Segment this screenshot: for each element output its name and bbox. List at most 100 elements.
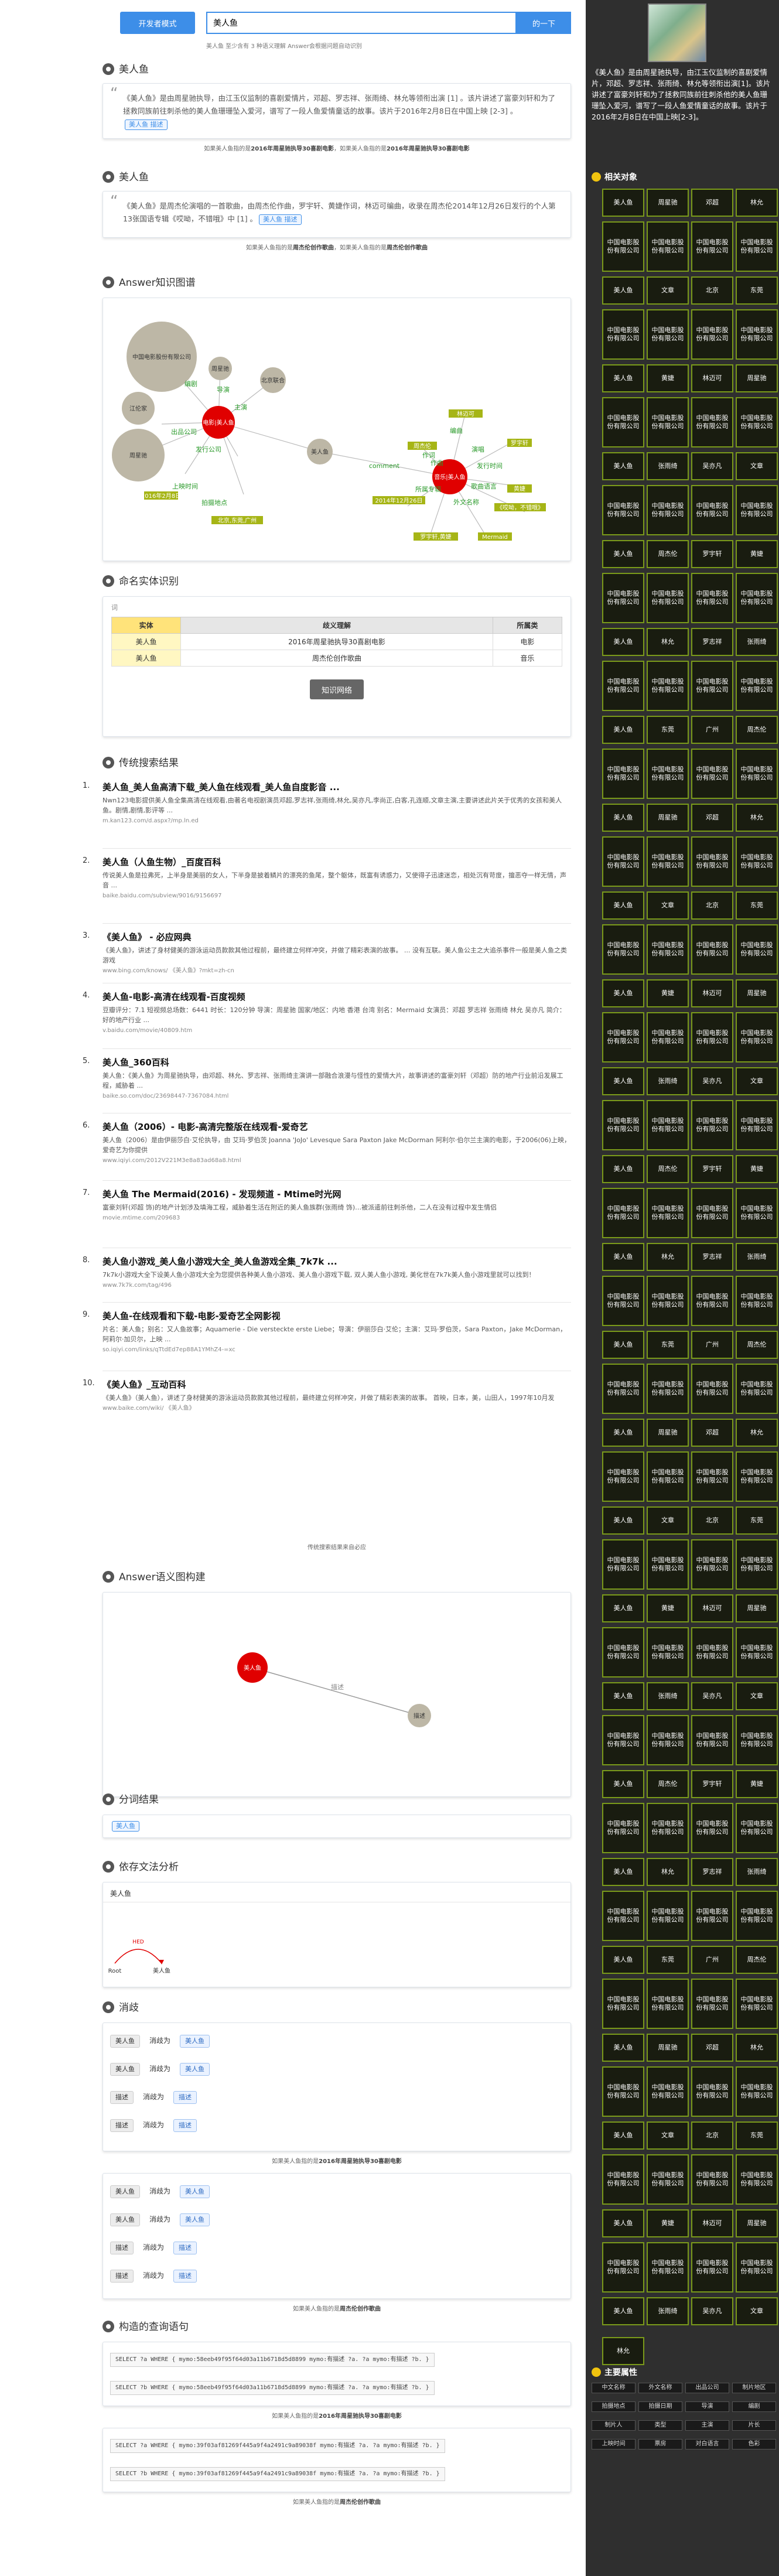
related-tile[interactable]: 中国电影股份有限公司 <box>647 1451 689 1502</box>
result-title-link[interactable]: 美人鱼-电影-高清在线观看-百度视频 <box>102 991 571 1003</box>
related-tile[interactable]: 中国电影股份有限公司 <box>647 1012 689 1062</box>
related-tile[interactable]: 美人鱼 <box>602 2034 644 2062</box>
result-title-link[interactable]: 《美人鱼》 - 必应网典 <box>102 931 571 943</box>
related-tile[interactable]: 林允 <box>736 1419 778 1447</box>
related-tile[interactable]: 中国电影股份有限公司 <box>736 1979 778 2029</box>
related-tile[interactable]: 张雨绮 <box>736 1858 778 1886</box>
related-tile[interactable]: 中国电影股份有限公司 <box>691 573 733 623</box>
related-tile[interactable]: 中国电影股份有限公司 <box>736 924 778 975</box>
related-tile[interactable]: 中国电影股份有限公司 <box>736 221 778 272</box>
related-tile[interactable]: 张雨绮 <box>736 1243 778 1271</box>
related-tile[interactable]: 中国电影股份有限公司 <box>691 749 733 799</box>
related-tile[interactable]: 中国电影股份有限公司 <box>691 485 733 535</box>
related-tile[interactable]: 北京 <box>691 276 733 305</box>
target-pill[interactable]: 描述 <box>173 2119 197 2132</box>
related-tile[interactable]: 中国电影股份有限公司 <box>691 1627 733 1678</box>
related-tile[interactable]: 广州 <box>691 1946 733 1974</box>
related-tile[interactable]: 林允 <box>647 1243 689 1271</box>
related-tile[interactable]: 北京 <box>691 891 733 920</box>
attribute-chip[interactable]: 色彩 <box>732 2439 776 2449</box>
attribute-chip[interactable]: 导演 <box>685 2401 729 2412</box>
related-tile[interactable]: 周杰伦 <box>736 716 778 744</box>
related-tile[interactable]: 东莞 <box>647 716 689 744</box>
related-tile[interactable]: 邓超 <box>691 189 733 217</box>
related-tile[interactable]: 中国电影股份有限公司 <box>647 1627 689 1678</box>
related-tile[interactable]: 张雨绮 <box>647 1067 689 1095</box>
target-pill[interactable]: 美人鱼 <box>180 2063 210 2076</box>
related-tile[interactable]: 张雨绮 <box>647 452 689 480</box>
result-title-link[interactable]: 美人鱼_美人鱼高清下载_美人鱼在线观看_美人鱼自度影音 ... <box>102 781 571 793</box>
related-tile[interactable]: 中国电影股份有限公司 <box>691 1364 733 1414</box>
related-tile[interactable]: 广州 <box>691 1331 733 1359</box>
related-tile[interactable]: 林迈可 <box>691 364 733 392</box>
related-tile[interactable]: 中国电影股份有限公司 <box>602 1979 644 2029</box>
attribute-chip[interactable]: 中文名称 <box>592 2383 636 2393</box>
related-tile[interactable]: 东莞 <box>736 1506 778 1535</box>
related-tile[interactable]: 中国电影股份有限公司 <box>691 1715 733 1765</box>
target-pill[interactable]: 描述 <box>173 2270 197 2283</box>
related-tile[interactable]: 中国电影股份有限公司 <box>691 221 733 272</box>
attribute-chip[interactable]: 制片地区 <box>732 2383 776 2393</box>
related-tile[interactable]: 中国电影股份有限公司 <box>736 1364 778 1414</box>
related-tile[interactable]: 林迈可 <box>691 2209 733 2237</box>
related-tile[interactable]: 美人鱼 <box>602 1946 644 1974</box>
related-tile[interactable]: 中国电影股份有限公司 <box>736 2066 778 2117</box>
attribute-chip[interactable]: 拍摄日期 <box>638 2401 682 2412</box>
related-tile[interactable]: 美人鱼 <box>602 452 644 480</box>
related-tile[interactable]: 黄婕 <box>647 1594 689 1622</box>
related-tile[interactable]: 中国电影股份有限公司 <box>736 749 778 799</box>
related-tile[interactable]: 中国电影股份有限公司 <box>602 397 644 447</box>
related-tile[interactable]: 中国电影股份有限公司 <box>736 1012 778 1062</box>
related-tile[interactable]: 周星驰 <box>647 2034 689 2062</box>
related-tile[interactable]: 中国电影股份有限公司 <box>736 836 778 887</box>
related-tile[interactable]: 中国电影股份有限公司 <box>736 2154 778 2205</box>
result-url[interactable]: www.bing.com/knows/ 《美人鱼》?mkt=zh-cn <box>102 967 571 975</box>
related-tile[interactable]: 美人鱼 <box>602 1506 644 1535</box>
attribute-chip[interactable]: 票房 <box>638 2439 682 2449</box>
related-tile[interactable]: 林允 <box>602 2337 644 2365</box>
related-tile[interactable]: 邓超 <box>691 804 733 832</box>
related-tile[interactable]: 吴亦凡 <box>691 1067 733 1095</box>
related-tile[interactable]: 文章 <box>736 1682 778 1710</box>
related-tile[interactable]: 美人鱼 <box>602 1770 644 1798</box>
related-tile[interactable]: 林允 <box>736 189 778 217</box>
related-tile[interactable]: 周星驰 <box>647 1419 689 1447</box>
related-tile[interactable]: 中国电影股份有限公司 <box>602 1364 644 1414</box>
related-tile[interactable]: 中国电影股份有限公司 <box>602 1715 644 1765</box>
search-input[interactable] <box>206 12 517 34</box>
sparql-query[interactable]: SELECT ?b WHERE { mymo:39f03af81269f445a… <box>110 2467 445 2481</box>
related-tile[interactable]: 中国电影股份有限公司 <box>602 1627 644 1678</box>
related-tile[interactable]: 中国电影股份有限公司 <box>691 836 733 887</box>
related-tile[interactable]: 中国电影股份有限公司 <box>602 221 644 272</box>
knowledge-graph-canvas[interactable]: 中国电影股份有限公司 周星驰 江伦家 北京联合 周星驰 美人鱼 2016年2月8… <box>102 298 571 561</box>
related-tile[interactable]: 中国电影股份有限公司 <box>691 1979 733 2029</box>
result-url[interactable]: www.7k7k.com/tag/496 <box>102 1282 571 1290</box>
related-tile[interactable]: 美人鱼 <box>602 364 644 392</box>
related-tile[interactable]: 美人鱼 <box>602 2209 644 2237</box>
attribute-chip[interactable]: 外文名称 <box>638 2383 682 2393</box>
attribute-chip[interactable]: 主演 <box>685 2420 729 2431</box>
related-tile[interactable]: 中国电影股份有限公司 <box>736 1539 778 1590</box>
related-tile[interactable]: 中国电影股份有限公司 <box>736 1100 778 1150</box>
related-tile[interactable]: 美人鱼 <box>602 716 644 744</box>
related-tile[interactable]: 中国电影股份有限公司 <box>736 485 778 535</box>
related-tile[interactable]: 东莞 <box>736 276 778 305</box>
related-tile[interactable]: 中国电影股份有限公司 <box>602 2242 644 2293</box>
related-tile[interactable]: 中国电影股份有限公司 <box>647 1715 689 1765</box>
result-title-link[interactable]: 美人鱼 The Mermaid(2016) - 发现频道 - Mtime时光网 <box>102 1188 571 1200</box>
target-pill[interactable]: 描述 <box>173 2242 197 2254</box>
related-tile[interactable]: 林允 <box>647 1858 689 1886</box>
related-tile[interactable]: 文章 <box>736 452 778 480</box>
related-tile[interactable]: 中国电影股份有限公司 <box>647 309 689 360</box>
related-tile[interactable]: 美人鱼 <box>602 189 644 217</box>
knowledge-network-button[interactable]: 知识网络 <box>310 679 364 699</box>
related-tile[interactable]: 中国电影股份有限公司 <box>647 836 689 887</box>
related-tile[interactable]: 黄婕 <box>647 2209 689 2237</box>
related-tile[interactable]: 中国电影股份有限公司 <box>736 1803 778 1853</box>
related-tile[interactable]: 美人鱼 <box>602 276 644 305</box>
related-tile[interactable]: 中国电影股份有限公司 <box>736 1188 778 1238</box>
related-tile[interactable]: 周星驰 <box>647 189 689 217</box>
related-tile[interactable]: 中国电影股份有限公司 <box>602 924 644 975</box>
related-tile[interactable]: 中国电影股份有限公司 <box>647 1276 689 1326</box>
related-tile[interactable]: 美人鱼 <box>602 2297 644 2325</box>
